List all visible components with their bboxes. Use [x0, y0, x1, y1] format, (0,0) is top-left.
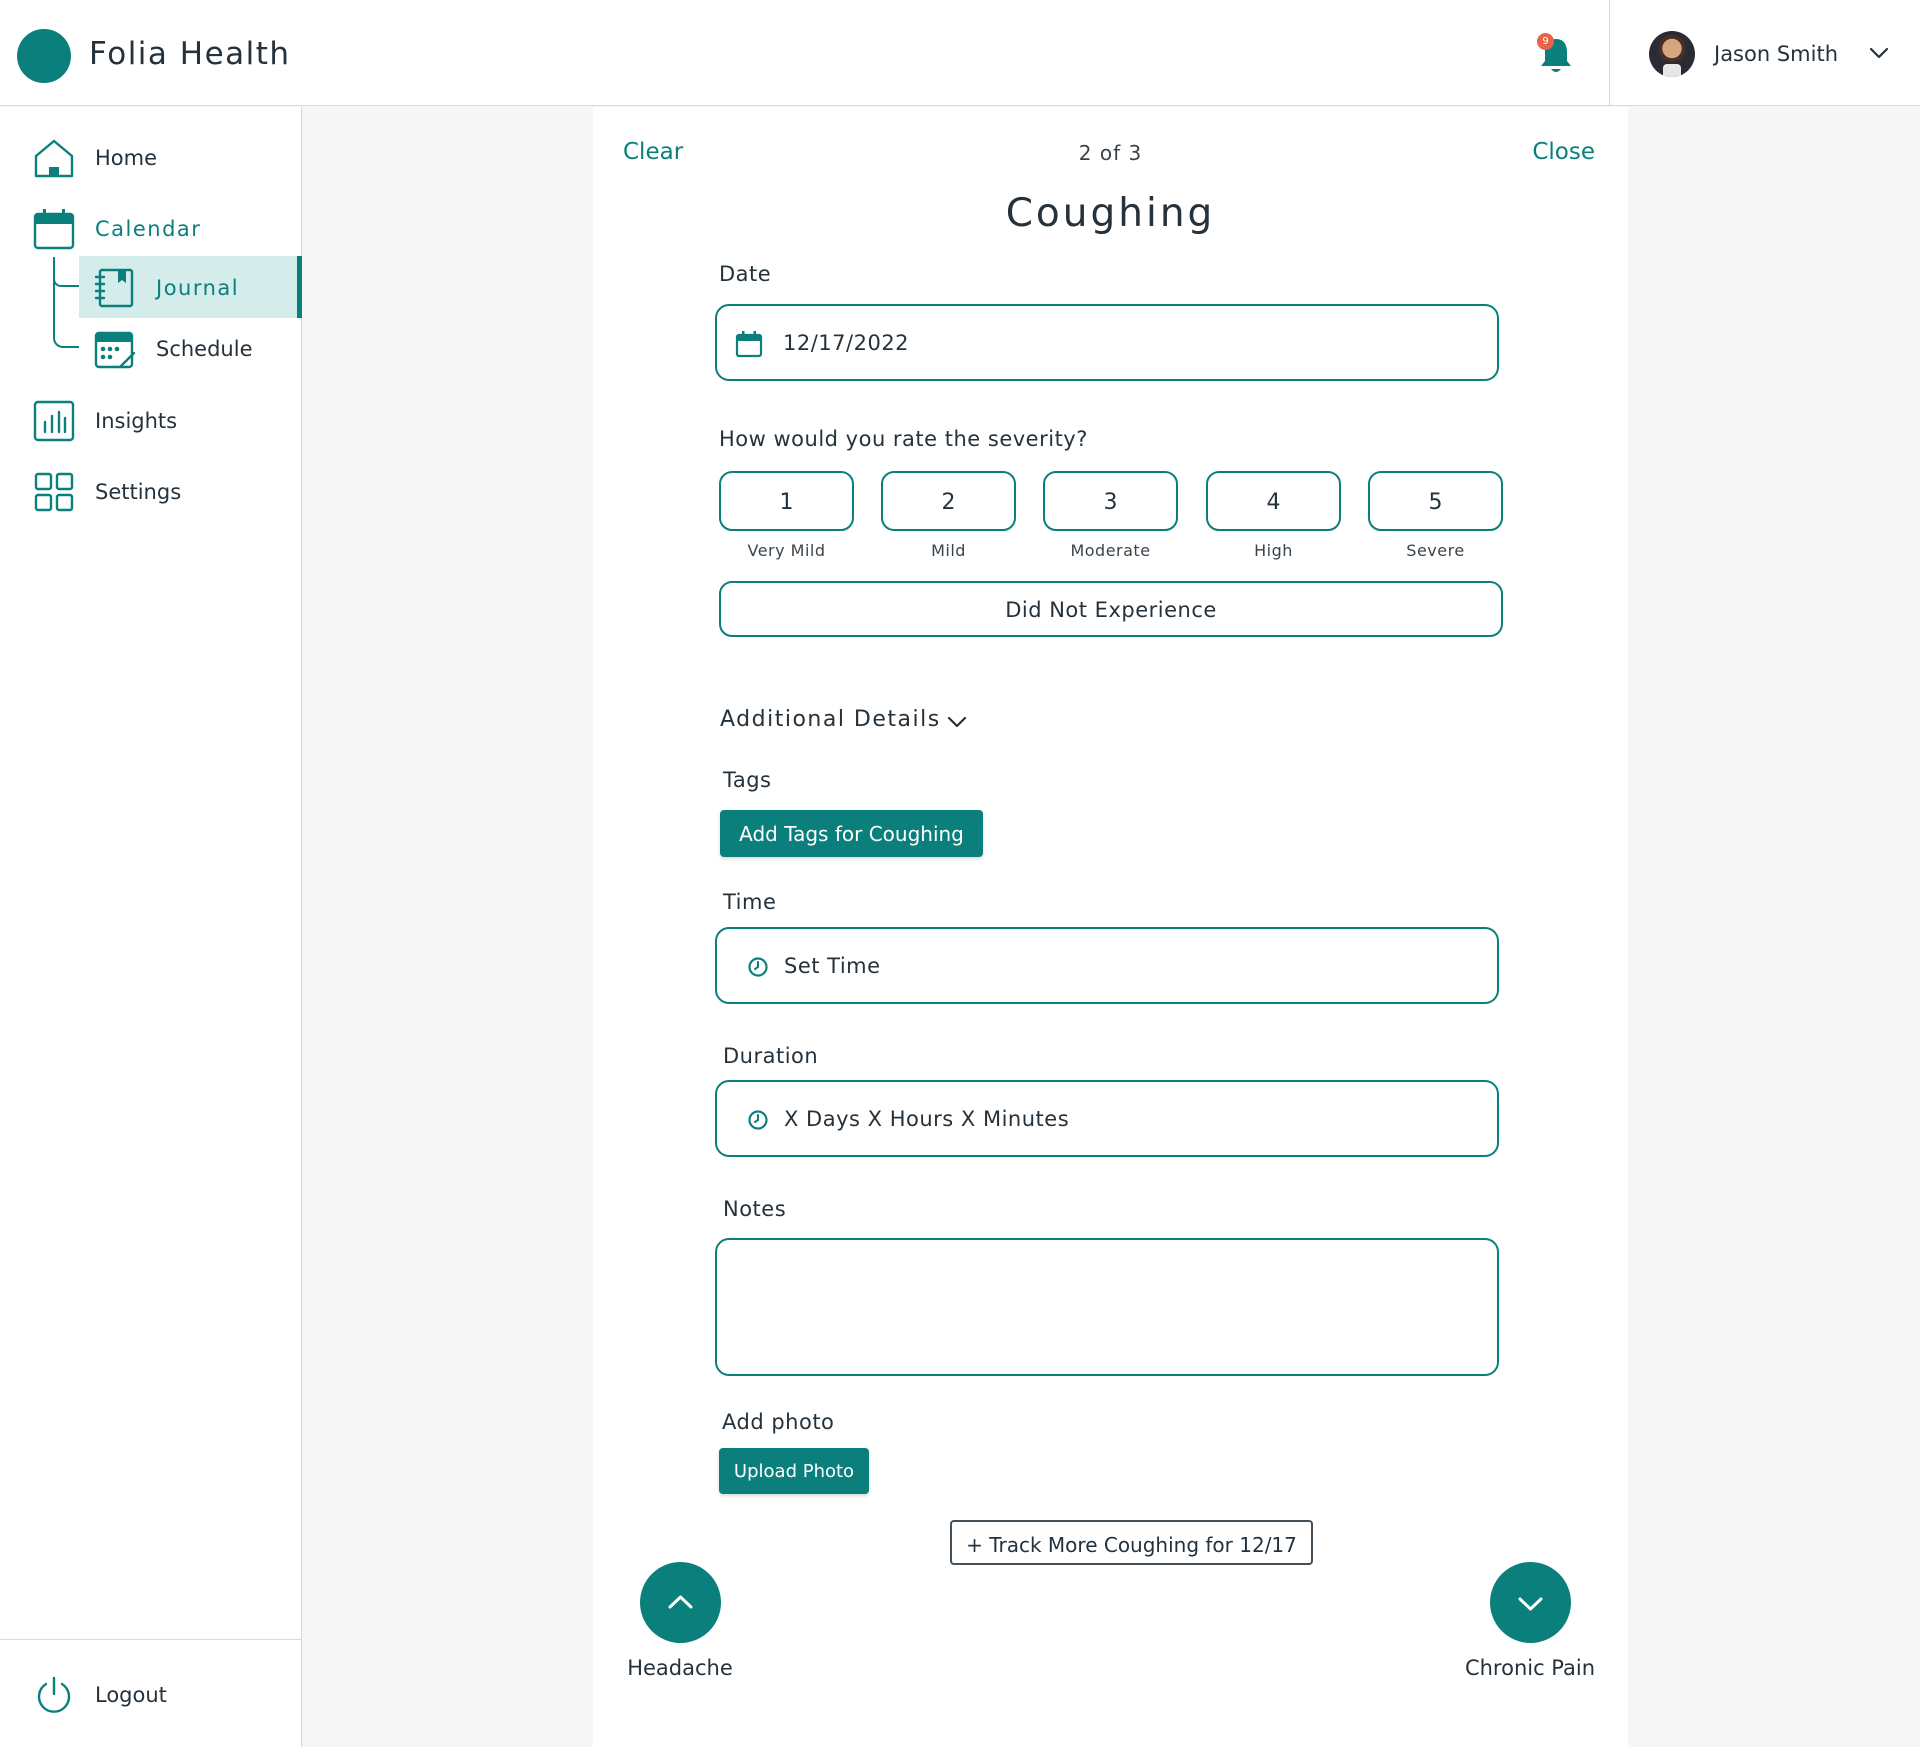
additional-details-label: Additional Details	[720, 707, 941, 732]
avatar	[1649, 31, 1695, 77]
sidebar-item-label: Insights	[95, 409, 178, 433]
previous-symptom-button[interactable]	[640, 1562, 721, 1643]
header-divider	[1609, 0, 1610, 106]
sidebar-item-journal[interactable]: Journal	[79, 256, 302, 318]
sidebar-item-label: Calendar	[95, 217, 202, 241]
next-symptom-button[interactable]	[1490, 1562, 1571, 1643]
logo-icon	[17, 29, 71, 83]
sidebar-item-settings[interactable]: Settings	[0, 463, 302, 519]
chevron-down-icon	[1518, 1597, 1543, 1611]
clock-icon	[748, 957, 768, 977]
add-tags-button-label: Add Tags for Coughing	[739, 822, 964, 846]
date-value: 12/17/2022	[783, 331, 910, 355]
sidebar-item-home[interactable]: Home	[0, 129, 302, 185]
additional-details-toggle[interactable]: Additional Details	[720, 707, 980, 737]
notification-badge: 9	[1537, 33, 1554, 50]
page-title: Coughing	[1005, 191, 1216, 236]
sidebar: Home Calendar Journal Schedule Insights …	[0, 107, 302, 1747]
app-name: Folia Health	[89, 36, 291, 72]
date-field[interactable]: 12/17/2022	[715, 304, 1499, 381]
severity-option-2[interactable]: 2	[881, 471, 1016, 531]
clock-icon	[748, 1110, 768, 1130]
severity-question: How would you rate the severity?	[719, 427, 1088, 451]
sidebar-divider	[0, 1639, 302, 1640]
time-input[interactable]: Set Time	[715, 927, 1499, 1004]
did-not-experience-button[interactable]: Did Not Experience	[719, 581, 1503, 637]
sidebar-item-label: Schedule	[156, 337, 253, 361]
severity-value: 2	[941, 490, 956, 515]
severity-option-1[interactable]: 1	[719, 471, 854, 531]
time-label: Time	[723, 890, 777, 914]
duration-label: Duration	[723, 1044, 819, 1068]
severity-option-5[interactable]: 5	[1368, 471, 1503, 531]
date-label: Date	[719, 262, 772, 286]
chevron-up-icon	[668, 1595, 693, 1609]
user-name: Jason Smith	[1714, 42, 1839, 66]
severity-caption: Mild	[931, 541, 966, 560]
power-icon	[37, 1676, 71, 1713]
user-menu[interactable]: Jason Smith	[1649, 31, 1899, 77]
previous-symptom-label: Headache	[627, 1656, 733, 1680]
upload-photo-button-label: Upload Photo	[733, 1461, 855, 1482]
next-symptom-label: Chronic Pain	[1464, 1656, 1596, 1680]
track-more-label: + Track More Coughing for 12/17	[966, 1533, 1297, 1557]
sidebar-item-label: Journal	[156, 276, 240, 300]
tags-label: Tags	[723, 768, 772, 792]
sidebar-item-schedule[interactable]: Schedule	[79, 317, 302, 379]
upload-photo-button[interactable]: Upload Photo	[719, 1448, 869, 1494]
severity-caption: Very Mild	[747, 541, 826, 560]
track-more-button[interactable]: + Track More Coughing for 12/17	[950, 1520, 1313, 1565]
severity-caption: Moderate	[1070, 541, 1151, 560]
did-not-experience-label: Did Not Experience	[1005, 598, 1217, 622]
sidebar-item-insights[interactable]: Insights	[0, 392, 302, 448]
add-photo-label: Add photo	[722, 1410, 835, 1434]
duration-placeholder: X Days X Hours X Minutes	[784, 1107, 1070, 1131]
calendar-icon	[33, 209, 75, 250]
notes-textarea[interactable]	[715, 1238, 1499, 1376]
close-button[interactable]: Close	[1532, 139, 1595, 165]
sidebar-item-label: Settings	[95, 480, 182, 504]
severity-option-4[interactable]: 4	[1206, 471, 1341, 531]
sidebar-item-label: Home	[95, 146, 158, 170]
severity-value: 1	[779, 490, 794, 515]
grid-icon	[34, 472, 74, 512]
chevron-down-icon	[947, 716, 967, 728]
top-header: Folia Health 9 Jason Smith	[0, 0, 1920, 106]
time-placeholder: Set Time	[784, 954, 881, 978]
tree-connector	[53, 257, 79, 348]
chevron-down-icon	[1869, 47, 1889, 59]
severity-value: 4	[1266, 490, 1281, 515]
schedule-icon	[94, 331, 136, 369]
duration-input[interactable]: X Days X Hours X Minutes	[715, 1080, 1499, 1157]
symptom-form-panel: Clear 2 of 3 Close Coughing Date 12/17/2…	[593, 107, 1628, 1747]
add-tags-button[interactable]: Add Tags for Coughing	[720, 810, 983, 857]
severity-value: 5	[1428, 490, 1443, 515]
severity-caption: High	[1254, 541, 1293, 560]
severity-caption: Severe	[1406, 541, 1465, 560]
bar-chart-icon	[33, 400, 75, 442]
severity-value: 3	[1103, 490, 1118, 515]
notes-label: Notes	[723, 1197, 787, 1221]
calendar-icon	[735, 331, 763, 358]
journal-icon	[94, 268, 134, 308]
home-icon	[34, 139, 74, 178]
logout-label: Logout	[95, 1683, 167, 1707]
logout-button[interactable]: Logout	[0, 1666, 302, 1722]
step-indicator: 2 of 3	[1078, 141, 1143, 165]
sidebar-item-calendar[interactable]: Calendar	[0, 200, 302, 256]
severity-option-3[interactable]: 3	[1043, 471, 1178, 531]
